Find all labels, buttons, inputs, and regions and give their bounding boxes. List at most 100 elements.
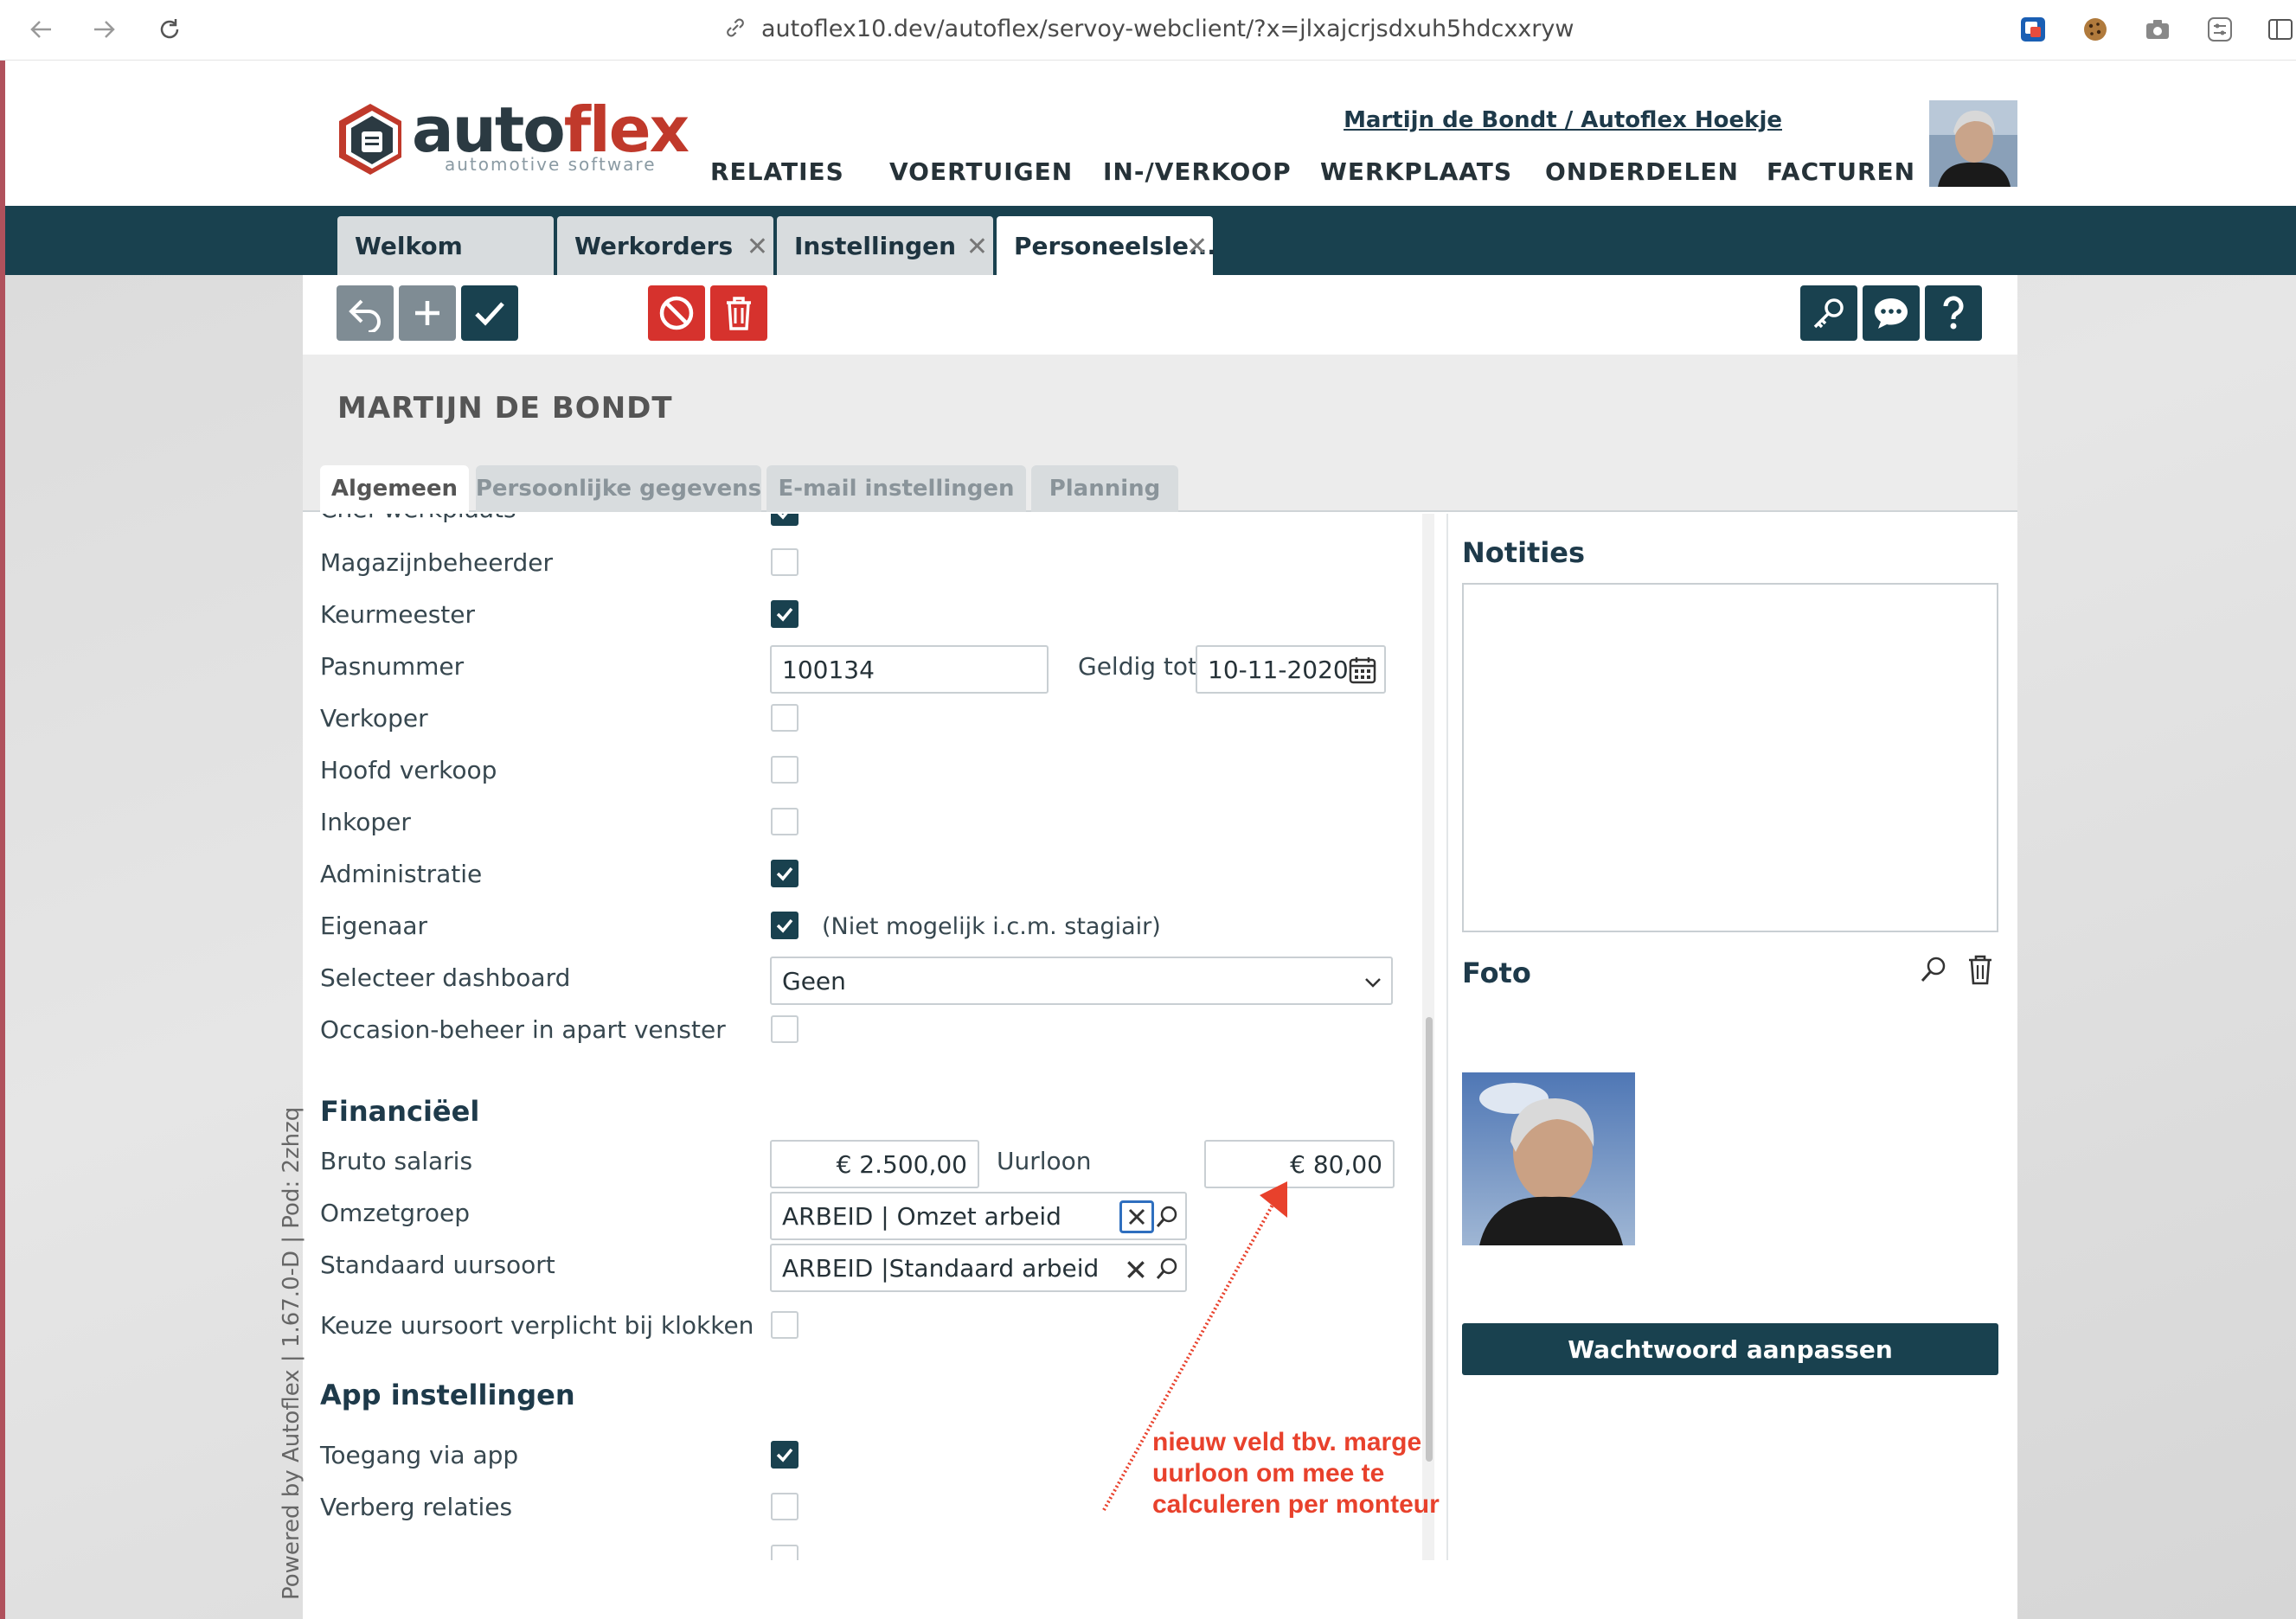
- search-icon[interactable]: [1154, 1204, 1180, 1230]
- label-magazijnbeheerder: Magazijnbeheerder: [320, 548, 553, 577]
- sidebar-icon[interactable]: [2265, 14, 2296, 45]
- annotation-text: nieuw veld tbv. marge uurloon om mee te …: [1152, 1427, 1464, 1520]
- reload-icon[interactable]: [152, 12, 187, 47]
- chat-icon: [1875, 298, 1908, 329]
- checkbox-verberg-relaties[interactable]: [771, 1493, 798, 1520]
- change-password-button[interactable]: Wachtwoord aanpassen: [1462, 1323, 1998, 1375]
- form-tabs: Algemeen Persoonlijke gegevens E-mail in…: [303, 464, 2017, 512]
- calendar-icon[interactable]: [1348, 656, 1377, 685]
- checkbox-toegang-via-app[interactable]: [771, 1441, 798, 1469]
- add-button[interactable]: [399, 285, 456, 341]
- dashboard-select[interactable]: Geen: [770, 957, 1393, 1005]
- delete-button[interactable]: [710, 285, 767, 341]
- checkbox-inkoper[interactable]: [771, 808, 798, 835]
- tab-werkorders[interactable]: Werkorders ✕: [557, 216, 773, 275]
- tab-planning[interactable]: Planning: [1031, 465, 1178, 512]
- notities-heading: Notities: [1462, 536, 1586, 569]
- omzetgroep-value: ARBEID | Omzet arbeid: [782, 1201, 1061, 1231]
- camera-icon[interactable]: [2142, 14, 2173, 45]
- checkbox-verkoper[interactable]: [771, 704, 798, 732]
- label-eigenaar: Eigenaar: [320, 912, 428, 940]
- geldig-tot-input[interactable]: 10-11-2020: [1196, 645, 1386, 694]
- label-verberg-relaties: Verberg relaties: [320, 1493, 513, 1521]
- powered-by: Powered by Autoflex | 1.67.0-D | Pod: 2z…: [279, 1106, 305, 1600]
- checkbox-eigenaar[interactable]: [771, 912, 798, 939]
- settings-sliders-icon[interactable]: [2204, 14, 2235, 45]
- tab-label: Instellingen: [794, 231, 957, 260]
- chevron-down-icon: [1365, 978, 1381, 988]
- nav-onderdelen[interactable]: ONDERDELEN: [1545, 157, 1739, 186]
- extension-translate-icon[interactable]: [2017, 14, 2049, 45]
- checkbox-next-row[interactable]: [771, 1545, 798, 1560]
- clear-icon[interactable]: [1119, 1200, 1154, 1233]
- tab-instellingen[interactable]: Instellingen ✕: [777, 216, 993, 275]
- geldig-tot-value: 10-11-2020: [1208, 655, 1349, 684]
- checkbox-occasion-beheer[interactable]: [771, 1015, 798, 1043]
- label-standaard-uursoort: Standaard uursoort: [320, 1251, 555, 1279]
- address-bar[interactable]: autoflex10.dev/autoflex/servoy-webclient…: [727, 16, 1574, 42]
- clear-icon[interactable]: [1125, 1258, 1147, 1281]
- dashboard-value: Geen: [782, 966, 846, 995]
- general-form[interactable]: Chef werkplaats Magazijnbeheerder Keurme…: [303, 514, 1424, 1560]
- form-scrollbar-thumb[interactable]: [1426, 1017, 1433, 1462]
- eigenaar-note: (Niet mogelijk i.c.m. stagiair): [822, 913, 1161, 940]
- uursoort-lookup[interactable]: ARBEID |Standaard arbeid: [770, 1244, 1187, 1292]
- checkbox-magazijnbeheerder[interactable]: [771, 548, 798, 576]
- document-tabs: Welkom Werkorders ✕ Instellingen ✕ Perso…: [5, 206, 2296, 275]
- tab-personeelsleden[interactable]: Personeelsle... ✕: [997, 216, 1216, 275]
- label-geldig-tot: Geldig tot: [1078, 652, 1198, 681]
- user-link[interactable]: Martijn de Bondt / Autoflex Hoekje: [1344, 107, 1782, 133]
- nav-werkplaats[interactable]: WERKPLAATS: [1320, 157, 1512, 186]
- nav-voertuigen[interactable]: VOERTUIGEN: [889, 157, 1073, 186]
- checkbox-keuze-uursoort[interactable]: [771, 1311, 798, 1339]
- close-icon[interactable]: ✕: [1186, 232, 1208, 262]
- back-icon[interactable]: [24, 12, 59, 47]
- checkbox-chef-werkplaats[interactable]: [771, 514, 798, 526]
- label-bruto-salaris: Bruto salaris: [320, 1147, 473, 1175]
- tab-label: Werkorders: [574, 231, 734, 260]
- column-divider: [1446, 514, 1448, 1560]
- section-financieel: Financiëel: [320, 1095, 480, 1128]
- uurloon-input[interactable]: € 80,00: [1204, 1140, 1395, 1188]
- pasnummer-input[interactable]: 100134: [770, 645, 1049, 694]
- checkbox-administratie[interactable]: [771, 860, 798, 887]
- tab-algemeen[interactable]: Algemeen: [320, 465, 469, 512]
- tab-email-instellingen[interactable]: E-mail instellingen: [766, 465, 1026, 512]
- label-selecteer-dashboard: Selecteer dashboard: [320, 963, 571, 992]
- back-button[interactable]: [337, 285, 394, 341]
- search-icon[interactable]: [1154, 1256, 1180, 1282]
- close-icon[interactable]: ✕: [747, 232, 768, 262]
- annotation-line: nieuw veld tbv. marge: [1152, 1428, 1422, 1456]
- chat-button[interactable]: [1863, 285, 1920, 341]
- label-administratie: Administratie: [320, 860, 483, 888]
- question-icon: [1943, 296, 1964, 330]
- cookie-icon[interactable]: [2080, 14, 2111, 45]
- help-button[interactable]: [1925, 285, 1982, 341]
- label-verkoper: Verkoper: [320, 704, 428, 733]
- annotation-line: calculeren per monteur: [1152, 1490, 1440, 1519]
- notities-textarea[interactable]: [1462, 583, 1998, 932]
- page-title: MARTIJN DE BONDT: [337, 391, 673, 426]
- save-button[interactable]: [461, 285, 518, 341]
- search-icon[interactable]: [1919, 955, 1948, 984]
- trash-icon[interactable]: [1966, 953, 1995, 986]
- close-icon[interactable]: ✕: [966, 232, 988, 262]
- omzetgroep-lookup[interactable]: ARBEID | Omzet arbeid: [770, 1192, 1187, 1240]
- nav-facturen[interactable]: FACTUREN: [1767, 157, 1915, 186]
- bruto-salaris-input[interactable]: € 2.500,00: [770, 1140, 979, 1188]
- nav-relaties[interactable]: RELATIES: [710, 157, 844, 186]
- tab-welkom[interactable]: Welkom: [337, 216, 554, 275]
- label-uurloon: Uurloon: [997, 1147, 1092, 1175]
- cancel-button[interactable]: [648, 285, 705, 341]
- label-inkoper: Inkoper: [320, 808, 411, 836]
- checkbox-hoofd-verkoop[interactable]: [771, 756, 798, 784]
- nav-in-verkoop[interactable]: IN-/VERKOOP: [1103, 157, 1292, 186]
- forward-icon[interactable]: [87, 12, 121, 47]
- checkbox-keurmeester[interactable]: [771, 600, 798, 628]
- key-icon: [1813, 298, 1844, 329]
- tab-persoonlijke-gegevens[interactable]: Persoonlijke gegevens: [476, 465, 761, 512]
- rights-button[interactable]: [1800, 285, 1857, 341]
- check-icon: [475, 302, 504, 326]
- annotation-line: uurloon om mee te: [1152, 1459, 1385, 1488]
- label-toegang-via-app: Toegang via app: [320, 1441, 519, 1469]
